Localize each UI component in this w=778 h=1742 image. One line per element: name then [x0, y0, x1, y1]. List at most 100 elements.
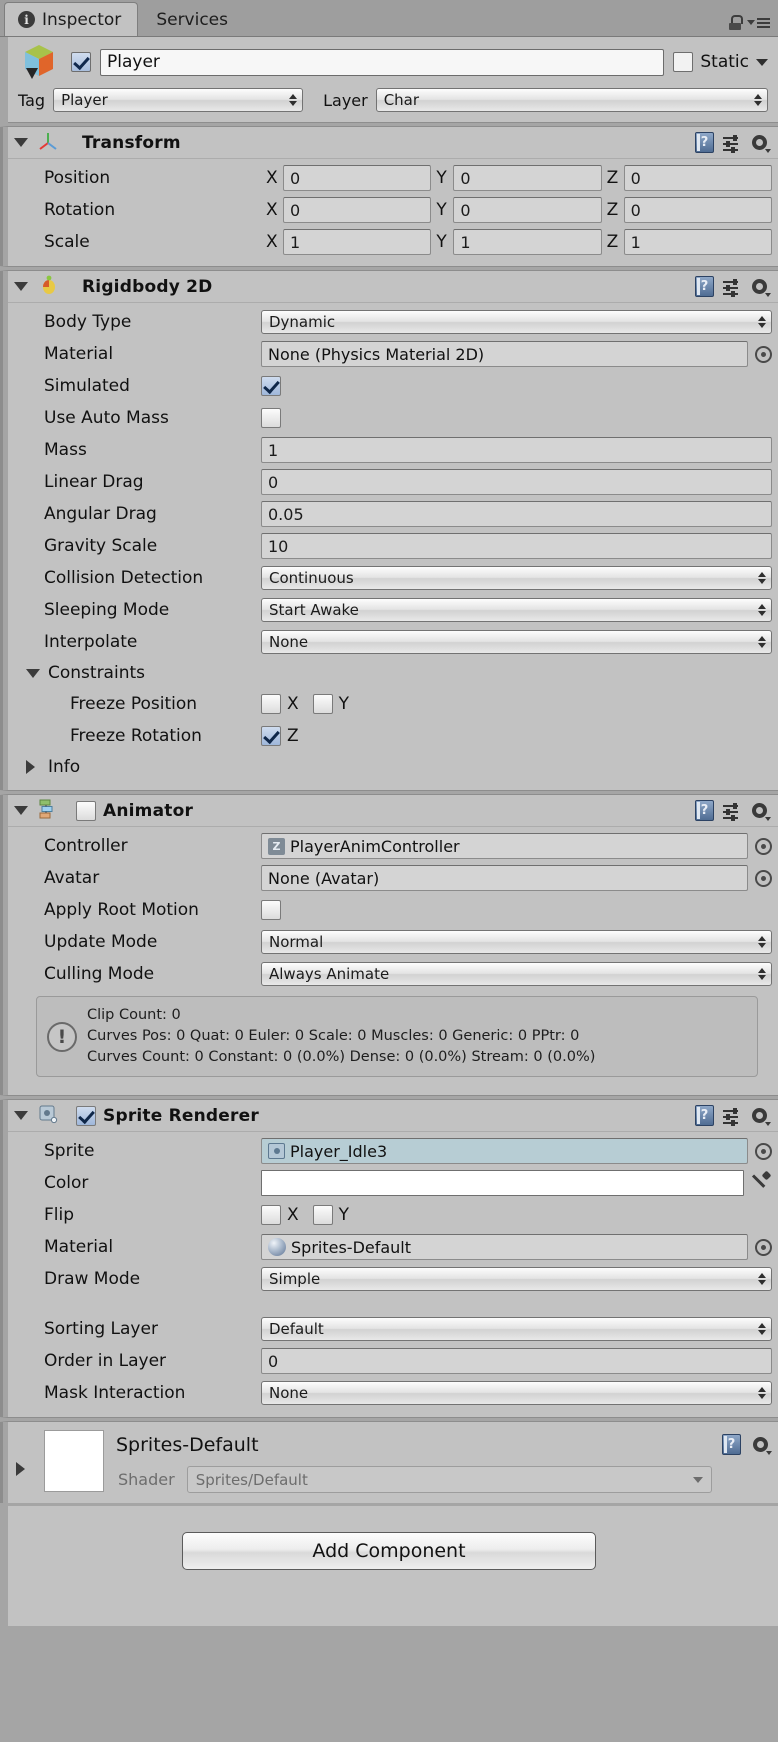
tab-inspector[interactable]: i Inspector — [4, 2, 139, 36]
label-sleeping-mode: Sleeping Mode — [44, 600, 170, 620]
help-book-icon[interactable]: ? — [695, 132, 714, 153]
physics-material-field[interactable]: None (Physics Material 2D) — [261, 341, 748, 367]
foldout-arrow-icon[interactable] — [14, 1111, 28, 1121]
scale-x-input[interactable]: 1 — [283, 229, 432, 255]
freeze-position-x-checkbox[interactable] — [261, 694, 281, 714]
chevron-down-icon[interactable] — [756, 58, 768, 66]
foldout-arrow-icon[interactable] — [26, 760, 40, 774]
component-header-animator[interactable]: Animator ? — [8, 795, 778, 827]
foldout-arrow-icon[interactable] — [16, 1462, 30, 1477]
draw-mode-value: Simple — [269, 1270, 321, 1289]
label-sprite: Sprite — [44, 1141, 95, 1162]
freeze-position-x[interactable]: X — [261, 694, 299, 714]
object-picker-icon[interactable] — [755, 1142, 772, 1160]
mass-input[interactable]: 1 — [261, 437, 772, 463]
object-name-input[interactable]: Player — [100, 48, 665, 76]
object-active-checkbox[interactable] — [71, 52, 91, 72]
simulated-checkbox[interactable] — [261, 376, 281, 396]
use-auto-mass-checkbox[interactable] — [261, 408, 281, 428]
interpolate-dropdown[interactable]: None — [261, 630, 772, 654]
object-picker-icon[interactable] — [755, 837, 772, 855]
animator-enabled-checkbox[interactable] — [76, 800, 96, 821]
culling-mode-dropdown[interactable]: Always Animate — [261, 962, 772, 986]
rotation-x-input[interactable]: 0 — [283, 197, 432, 223]
position-x-input[interactable]: 0 — [283, 165, 432, 191]
freeze-rotation-z-label: Z — [287, 726, 299, 746]
component-header-sprite-renderer[interactable]: Sprite Renderer ? — [8, 1100, 778, 1133]
controller-field[interactable]: PlayerAnimController — [261, 833, 748, 859]
row-mask-interaction: Mask Interaction None — [14, 1377, 772, 1409]
linear-drag-input[interactable]: 0 — [261, 469, 772, 495]
rotation-z-input[interactable]: 0 — [623, 197, 772, 223]
flip-x-checkbox[interactable] — [261, 1205, 281, 1226]
sleeping-mode-dropdown[interactable]: Start Awake — [261, 598, 772, 622]
layer-dropdown[interactable]: Char — [375, 88, 768, 112]
component-animator: Animator ? Controller PlayerAnimControll… — [0, 794, 778, 1097]
foldout-arrow-icon[interactable] — [14, 138, 28, 147]
add-component-button[interactable]: Add Component — [182, 1532, 596, 1571]
freeze-rotation-z-checkbox[interactable] — [261, 726, 281, 746]
tab-services[interactable]: Services — [142, 2, 245, 36]
shader-dropdown[interactable]: Sprites/Default — [186, 1466, 712, 1494]
preset-icon[interactable] — [723, 1107, 741, 1126]
foldout-arrow-icon[interactable] — [26, 668, 40, 678]
sprite-renderer-enabled-checkbox[interactable] — [76, 1105, 96, 1126]
object-picker-icon[interactable] — [755, 345, 772, 363]
help-book-icon[interactable]: ? — [722, 1434, 741, 1456]
freeze-rotation-z[interactable]: Z — [261, 726, 299, 746]
flip-x[interactable]: X — [261, 1205, 299, 1226]
gear-icon[interactable] — [750, 801, 771, 821]
component-header-transform[interactable]: Transform ? — [8, 127, 778, 159]
lock-icon[interactable] — [729, 15, 743, 30]
eyedropper-icon[interactable] — [750, 1171, 772, 1195]
freeze-position-y-checkbox[interactable] — [312, 694, 333, 714]
static-toggle-group[interactable]: Static — [673, 52, 768, 72]
order-in-layer-input[interactable]: 0 — [261, 1348, 772, 1375]
angular-drag-input[interactable]: 0.05 — [261, 501, 772, 527]
constraints-foldout[interactable]: Constraints — [14, 658, 772, 688]
flip-y-checkbox[interactable] — [312, 1205, 333, 1226]
gear-icon[interactable] — [751, 1435, 772, 1456]
axis-label-y: Y — [436, 168, 447, 188]
color-swatch[interactable] — [261, 1170, 744, 1197]
mass-value: 1 — [268, 440, 279, 460]
preset-icon[interactable] — [723, 278, 741, 297]
preset-icon[interactable] — [723, 802, 741, 821]
apply-root-motion-checkbox[interactable] — [261, 900, 281, 920]
draw-mode-dropdown[interactable]: Simple — [261, 1267, 772, 1292]
scale-z-input[interactable]: 1 — [623, 229, 772, 255]
freeze-position-y[interactable]: Y — [312, 694, 349, 714]
hamburger-menu-icon[interactable] — [747, 17, 770, 28]
gear-icon[interactable] — [750, 1106, 771, 1127]
add-component-area: Add Component — [0, 1506, 778, 1627]
object-picker-icon[interactable] — [755, 1238, 772, 1256]
sprite-field[interactable]: Player_Idle3 — [261, 1138, 748, 1165]
flip-y[interactable]: Y — [312, 1205, 349, 1226]
material-foldout[interactable] — [16, 1430, 34, 1477]
scale-y-input[interactable]: 1 — [453, 229, 602, 255]
position-y-input[interactable]: 0 — [453, 165, 602, 191]
preset-icon[interactable] — [723, 134, 741, 153]
foldout-arrow-icon[interactable] — [14, 282, 28, 291]
gear-icon[interactable] — [750, 277, 771, 297]
gravity-scale-input[interactable]: 10 — [261, 533, 772, 559]
help-book-icon[interactable]: ? — [695, 1105, 714, 1127]
body-type-dropdown[interactable]: Dynamic — [261, 310, 772, 334]
info-foldout[interactable]: Info — [14, 752, 772, 782]
update-mode-dropdown[interactable]: Normal — [261, 930, 772, 954]
position-z-input[interactable]: 0 — [623, 165, 772, 191]
static-checkbox[interactable] — [673, 52, 694, 72]
sorting-layer-dropdown[interactable]: Default — [261, 1317, 772, 1342]
rotation-y-input[interactable]: 0 — [453, 197, 602, 223]
avatar-field[interactable]: None (Avatar) — [261, 865, 748, 891]
help-book-icon[interactable]: ? — [695, 800, 714, 821]
mask-interaction-dropdown[interactable]: None — [261, 1381, 772, 1406]
collision-detection-dropdown[interactable]: Continuous — [261, 566, 772, 590]
object-picker-icon[interactable] — [755, 869, 772, 887]
sprite-material-field[interactable]: Sprites-Default — [261, 1234, 748, 1261]
help-book-icon[interactable]: ? — [695, 276, 714, 297]
tag-dropdown[interactable]: Player — [53, 88, 304, 112]
component-header-rigidbody2d[interactable]: Rigidbody 2D ? — [8, 271, 778, 303]
foldout-arrow-icon[interactable] — [14, 806, 28, 815]
gear-icon[interactable] — [750, 133, 771, 153]
